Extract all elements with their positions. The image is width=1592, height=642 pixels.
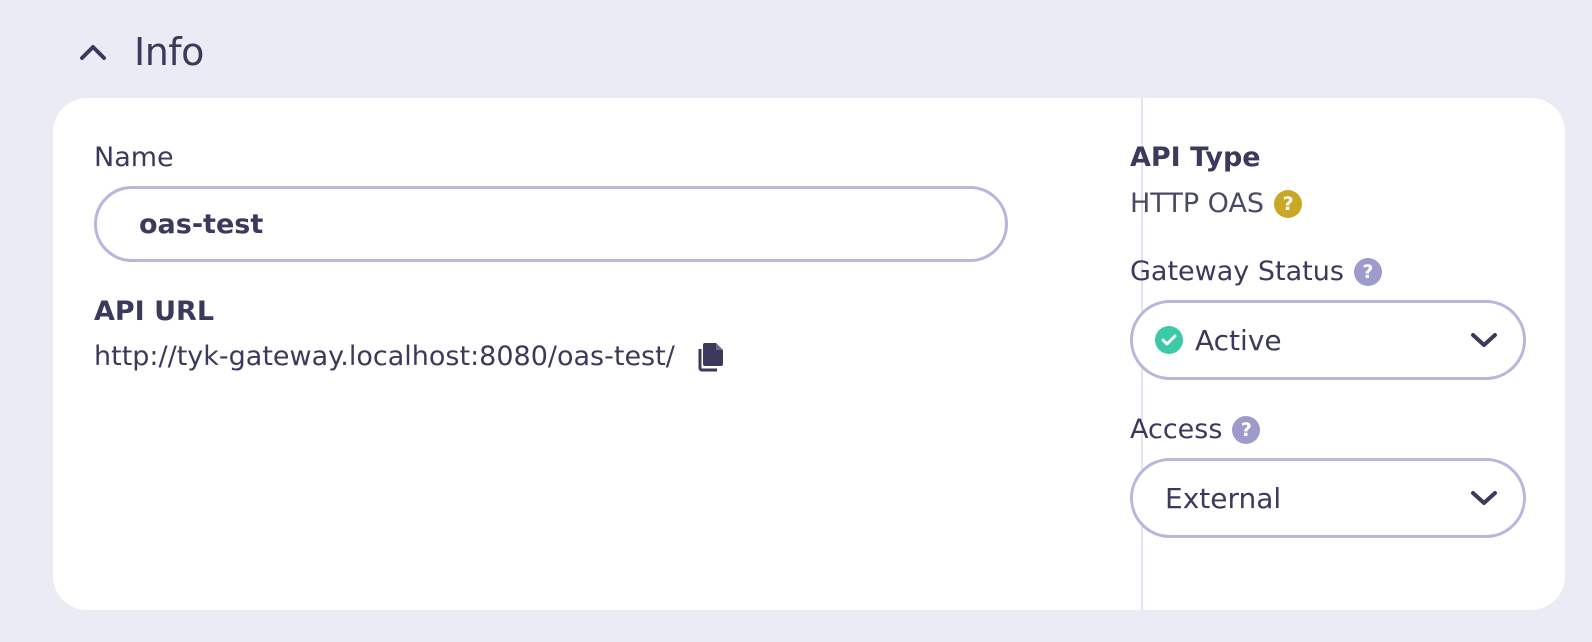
gateway-status-help-icon[interactable]: ? bbox=[1353, 257, 1382, 286]
check-circle-icon bbox=[1155, 326, 1183, 354]
api-type-value: HTTP OAS bbox=[1130, 188, 1265, 219]
gateway-status-label-row: Gateway Status ? bbox=[1130, 256, 1382, 287]
access-select[interactable]: External bbox=[1130, 458, 1526, 538]
gateway-status-label: Gateway Status bbox=[1130, 256, 1344, 287]
api-url-label: API URL bbox=[94, 296, 215, 327]
copy-icon[interactable] bbox=[697, 340, 725, 372]
chevron-down-icon bbox=[1469, 487, 1499, 509]
access-label: Access bbox=[1130, 414, 1223, 445]
chevron-down-icon bbox=[1469, 329, 1499, 351]
api-type-label: API Type bbox=[1130, 142, 1261, 173]
access-help-icon[interactable]: ? bbox=[1232, 415, 1261, 444]
api-url-value: http://tyk-gateway.localhost:8080/oas-te… bbox=[94, 340, 675, 372]
chevron-up-icon[interactable] bbox=[78, 37, 108, 67]
api-type-help-icon[interactable]: ? bbox=[1274, 189, 1303, 218]
api-type-row: HTTP OAS ? bbox=[1130, 188, 1303, 219]
gateway-status-select[interactable]: Active bbox=[1130, 300, 1526, 380]
info-card: Name API URL http://tyk-gateway.localhos… bbox=[53, 98, 1565, 610]
access-value: External bbox=[1165, 481, 1282, 515]
section-title: Info bbox=[134, 30, 204, 74]
name-label: Name bbox=[94, 142, 174, 173]
info-section-toggle[interactable]: Info bbox=[78, 30, 204, 74]
api-url-row: http://tyk-gateway.localhost:8080/oas-te… bbox=[94, 340, 725, 372]
gateway-status-value: Active bbox=[1195, 323, 1282, 357]
name-input[interactable] bbox=[94, 186, 1008, 262]
access-label-row: Access ? bbox=[1130, 414, 1261, 445]
